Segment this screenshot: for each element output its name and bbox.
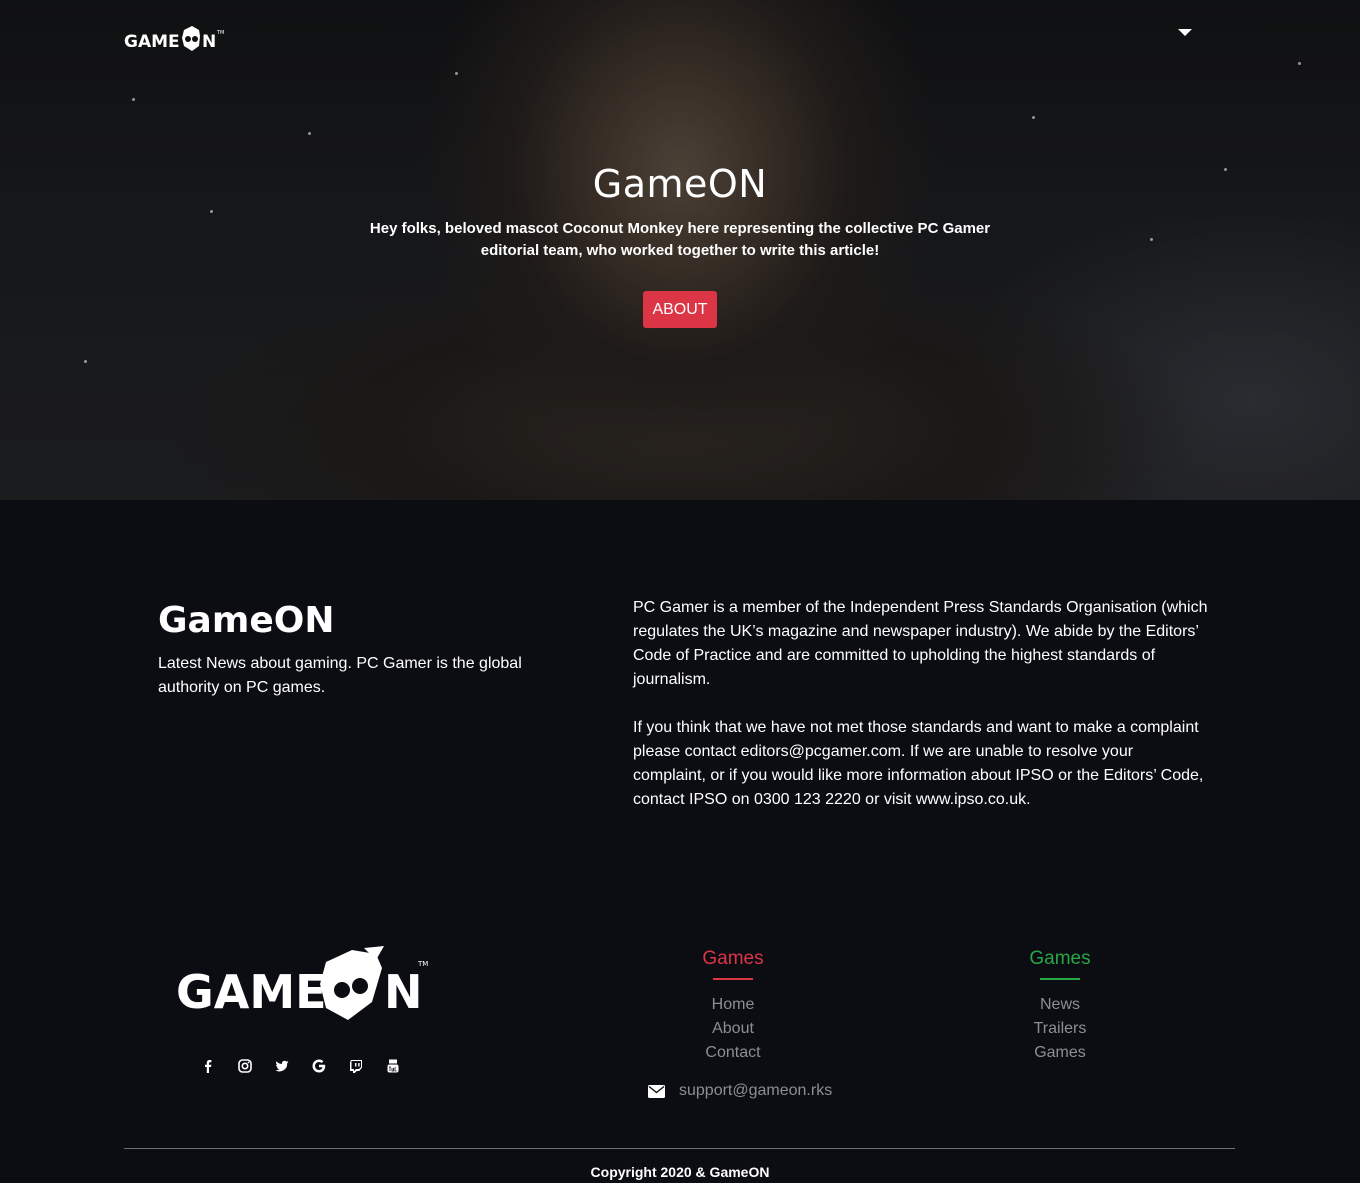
- footer-column-title: Games: [1029, 948, 1091, 969]
- logo-text: GAME: [124, 32, 180, 52]
- footer-column-title: Games: [702, 948, 764, 969]
- twitch-icon[interactable]: [348, 1057, 364, 1075]
- footer-logo-tm: TM: [417, 960, 428, 968]
- footer-column-games-nav: Games Home About Contact: [643, 948, 823, 1065]
- footer-link-games[interactable]: Games: [970, 1041, 1150, 1065]
- footer-link-trailers[interactable]: Trailers: [970, 1017, 1150, 1041]
- hero-title: GameON: [592, 162, 768, 206]
- ipso-paragraph-2: If you think that we have not met those …: [633, 719, 1204, 808]
- gameon-logo[interactable]: GAME N TM: [124, 24, 226, 54]
- footer-link-about[interactable]: About: [643, 1017, 823, 1041]
- footer-link-contact[interactable]: Contact: [643, 1041, 823, 1065]
- instagram-icon[interactable]: [237, 1057, 253, 1075]
- youtube-icon[interactable]: [385, 1057, 401, 1075]
- caret-down-icon[interactable]: [1178, 29, 1192, 36]
- envelope-icon: [648, 1084, 665, 1098]
- footer-link-home[interactable]: Home: [643, 993, 823, 1017]
- title-underline: [713, 978, 753, 980]
- gameon-footer-logo: GAME N TM: [176, 946, 428, 1020]
- ipso-paragraph-1: PC Gamer is a member of the Independent …: [633, 599, 1208, 688]
- support-email-link[interactable]: support@gameon.rks: [679, 1082, 832, 1100]
- google-icon[interactable]: [311, 1057, 327, 1075]
- hero-description: Hey folks, beloved mascot Coconut Monkey…: [369, 220, 991, 259]
- about-button[interactable]: ABOUT: [643, 291, 717, 328]
- facebook-icon[interactable]: [200, 1057, 216, 1075]
- support-contact: support@gameon.rks: [648, 1082, 832, 1100]
- ipso-notice: PC Gamer is a member of the Independent …: [633, 596, 1208, 812]
- footer-logo-text: GAME: [176, 965, 327, 1019]
- title-underline: [1040, 978, 1080, 980]
- info-subtitle: Latest News about gaming. PC Gamer is th…: [158, 655, 522, 696]
- footer-link-news[interactable]: News: [970, 993, 1150, 1017]
- footer-divider: [124, 1148, 1235, 1149]
- info-title: GameON: [158, 600, 335, 641]
- hero-banner: GAME N TM GameON Hey folks, beloved masc…: [0, 0, 1360, 500]
- social-links: [200, 1057, 401, 1075]
- footer-logo-tail: N: [384, 965, 423, 1019]
- twitter-icon[interactable]: [274, 1057, 290, 1075]
- copyright-text: Copyright 2020 & GameON: [590, 1164, 770, 1180]
- logo-tail: N: [202, 32, 216, 52]
- footer-column-games-content: Games News Trailers Games: [970, 948, 1150, 1065]
- logo-tm: TM: [216, 30, 224, 36]
